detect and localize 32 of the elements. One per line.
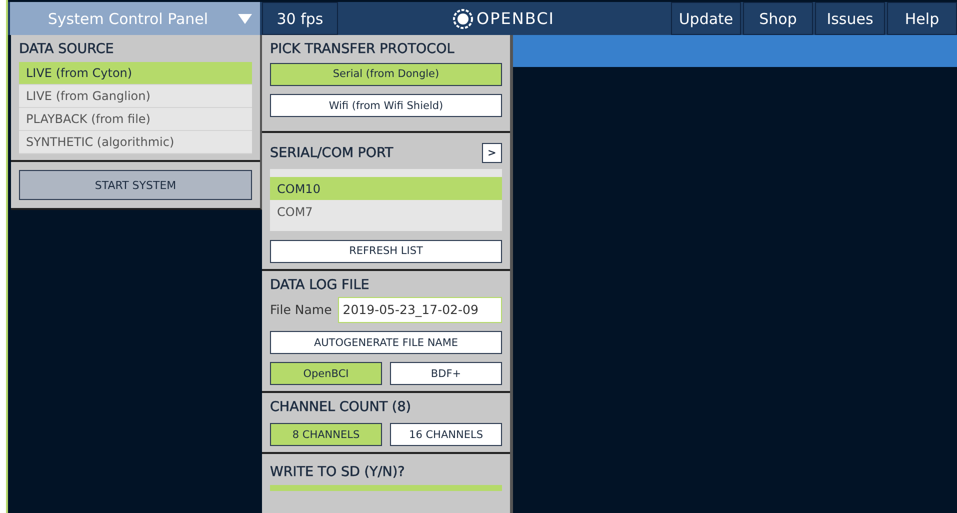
nav-button[interactable]: Issues: [815, 2, 885, 35]
caret-icon: [238, 14, 252, 24]
autogenerate-button[interactable]: AUTOGENERATE FILE NAME: [270, 331, 502, 354]
nav-button[interactable]: Update: [671, 2, 741, 35]
logo-icon: [452, 8, 473, 28]
format-button[interactable]: OpenBCI: [270, 362, 382, 385]
refresh-list-button[interactable]: REFRESH LIST: [270, 240, 502, 262]
channel-button[interactable]: 8 CHANNELS: [270, 423, 382, 446]
fps-button[interactable]: 30 fps: [262, 2, 338, 35]
file-name-field[interactable]: 2019-05-23_17-02-09: [338, 296, 502, 322]
section-title: WRITE TO SD (Y/N)?: [270, 464, 405, 480]
section-title: PICK TRANSFER PROTOCOL: [270, 41, 454, 57]
protocol-button[interactable]: Wifi (from Wifi Shield): [270, 94, 502, 117]
sd-option-button[interactable]: [270, 485, 502, 491]
field-label: File Name: [270, 302, 332, 317]
expand-button[interactable]: >: [482, 143, 502, 163]
source-option[interactable]: LIVE (from Cyton): [19, 62, 252, 85]
channel-button[interactable]: 16 CHANNELS: [390, 423, 502, 446]
source-option[interactable]: PLAYBACK (from file): [19, 108, 252, 131]
nav-button[interactable]: Shop: [743, 2, 813, 35]
source-option[interactable]: LIVE (from Ganglion): [19, 85, 252, 108]
format-button[interactable]: BDF+: [390, 362, 502, 385]
start-system-button[interactable]: START SYSTEM: [19, 170, 252, 200]
section-title: DATA SOURCE: [19, 41, 114, 57]
section-title: SERIAL/COM PORT: [270, 145, 394, 161]
protocol-button[interactable]: Serial (from Dongle): [270, 62, 502, 86]
nav-button[interactable]: Help: [887, 2, 957, 35]
port-option[interactable]: COM10: [270, 177, 502, 200]
logo-text: OPENBCI: [476, 9, 554, 28]
section-title: DATA LOG FILE: [270, 276, 370, 292]
source-option[interactable]: SYNTHETIC (algorithmic): [19, 131, 252, 154]
section-title: CHANNEL COUNT (8): [270, 399, 412, 415]
